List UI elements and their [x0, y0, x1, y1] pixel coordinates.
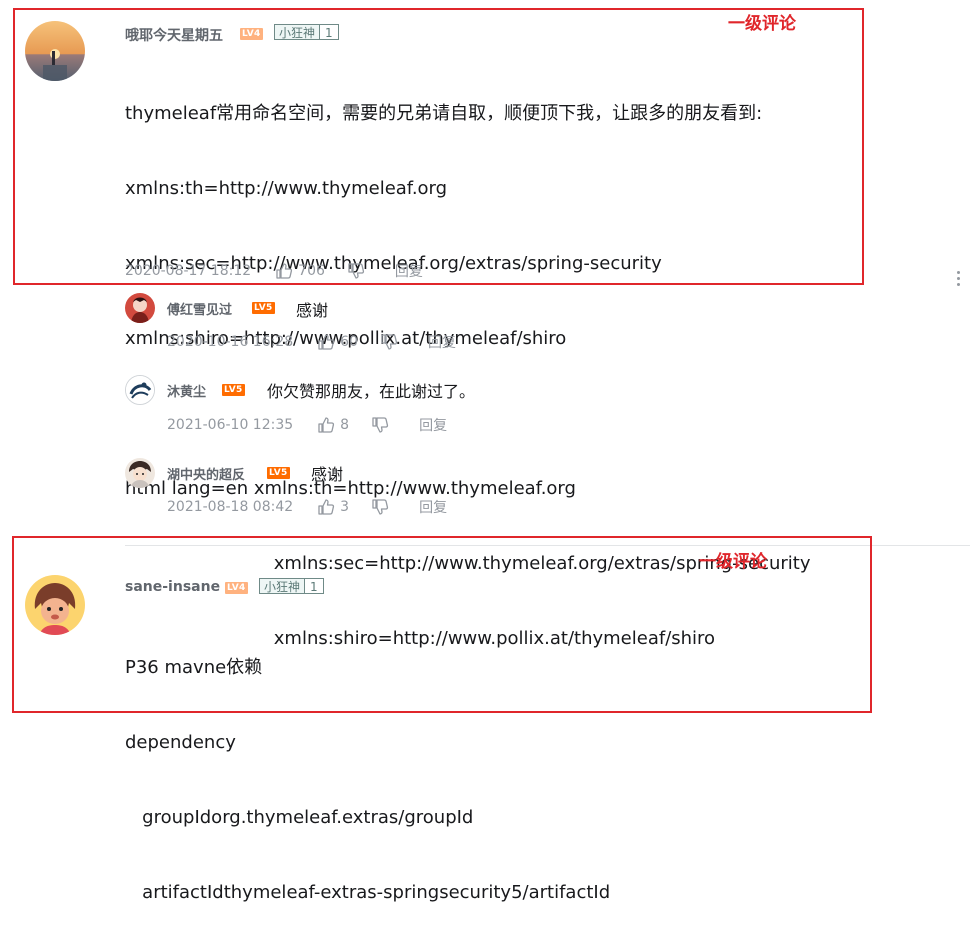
avatar[interactable]: [125, 458, 155, 488]
reply-content: 感谢: [296, 301, 329, 320]
like-button[interactable]: 60: [317, 333, 358, 351]
reply-content: 你欠赞那朋友，在此谢过了。: [267, 382, 476, 401]
thumb-up-icon: [318, 417, 335, 433]
thumb-down-icon: [372, 499, 389, 515]
avatar[interactable]: [125, 293, 155, 323]
like-count: 60: [340, 334, 358, 350]
thumb-up-icon: [318, 499, 335, 515]
reply-content: 感谢: [311, 465, 344, 484]
reply-button[interactable]: 回复: [428, 332, 456, 352]
reply-button[interactable]: 回复: [419, 497, 447, 517]
reply-username[interactable]: 沐黄尘: [167, 381, 206, 400]
like-count: 3: [340, 499, 350, 515]
level-badge: LV5: [222, 384, 245, 396]
reply-meta: 2021-08-18 08:42 3 回复: [167, 497, 447, 517]
reply-meta: 2021-06-10 12:35 8 回复: [167, 415, 447, 435]
more-vertical-icon[interactable]: [956, 271, 962, 289]
reply-time: 2021-06-10 12:35: [167, 417, 294, 433]
like-button[interactable]: 3: [317, 498, 349, 516]
reply-time: 2021-08-18 08:42: [167, 499, 294, 515]
reply-button[interactable]: 回复: [419, 415, 447, 435]
thumb-down-icon: [381, 334, 398, 350]
content-line: groupIdorg.thymeleaf.extras/groupId: [125, 807, 474, 828]
reply-meta: 2020-10-16 16:28 60 回复: [167, 332, 456, 352]
avatar[interactable]: [125, 375, 155, 405]
reply-username[interactable]: 湖中央的超反: [167, 464, 245, 483]
dislike-button[interactable]: [380, 333, 398, 351]
reply-username[interactable]: 傅红雪见过: [167, 299, 232, 318]
dislike-button[interactable]: [371, 416, 389, 434]
content-line: artifactIdthymeleaf-extras-springsecurit…: [125, 882, 611, 903]
annotation-box: [13, 8, 864, 285]
annotation-label: 一级评论: [699, 552, 767, 572]
thumb-down-icon: [372, 417, 389, 433]
dislike-button[interactable]: [371, 498, 389, 516]
thumb-up-icon: [318, 334, 335, 350]
level-badge: LV5: [252, 302, 275, 314]
annotation-label: 一级评论: [728, 14, 796, 34]
like-count: 8: [340, 417, 350, 433]
reply-time: 2020-10-16 16:28: [167, 334, 294, 350]
content-line: dependency: [125, 732, 236, 753]
like-button[interactable]: 8: [317, 416, 349, 434]
level-badge: LV5: [267, 467, 290, 479]
